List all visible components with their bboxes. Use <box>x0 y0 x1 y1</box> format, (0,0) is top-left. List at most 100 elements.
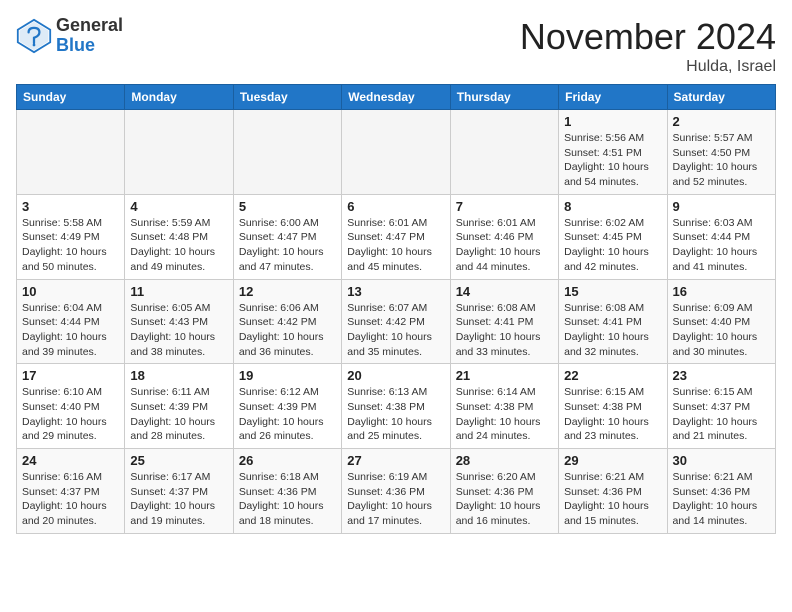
day-info: Sunrise: 6:10 AM Sunset: 4:40 PM Dayligh… <box>22 385 119 444</box>
day-number: 22 <box>564 368 661 383</box>
day-number: 1 <box>564 114 661 129</box>
logo-icon <box>16 18 52 54</box>
calendar-cell: 9 Sunrise: 6:03 AM Sunset: 4:44 PM Daylig… <box>667 194 775 279</box>
day-number: 2 <box>673 114 770 129</box>
day-number: 13 <box>347 284 444 299</box>
day-info: Sunrise: 6:01 AM Sunset: 4:47 PM Dayligh… <box>347 216 444 275</box>
day-info: Sunrise: 6:20 AM Sunset: 4:36 PM Dayligh… <box>456 470 553 529</box>
day-info: Sunrise: 6:06 AM Sunset: 4:42 PM Dayligh… <box>239 301 336 360</box>
day-info: Sunrise: 5:57 AM Sunset: 4:50 PM Dayligh… <box>673 131 770 190</box>
calendar-cell: 2 Sunrise: 5:57 AM Sunset: 4:50 PM Daylig… <box>667 110 775 195</box>
day-number: 14 <box>456 284 553 299</box>
calendar-cell <box>342 110 450 195</box>
week-row-5: 24 Sunrise: 6:16 AM Sunset: 4:37 PM Dayli… <box>17 449 776 534</box>
day-info: Sunrise: 6:15 AM Sunset: 4:38 PM Dayligh… <box>564 385 661 444</box>
day-number: 11 <box>130 284 227 299</box>
day-info: Sunrise: 6:21 AM Sunset: 4:36 PM Dayligh… <box>564 470 661 529</box>
calendar-cell <box>450 110 558 195</box>
calendar-cell: 15Sunrise: 6:08 AM Sunset: 4:41 PM Dayli… <box>559 279 667 364</box>
calendar-cell: 30 Sunrise: 6:21 AM Sunset: 4:36 PM Dayli… <box>667 449 775 534</box>
day-header-tuesday: Tuesday <box>233 85 341 110</box>
day-number: 28 <box>456 453 553 468</box>
day-info: Sunrise: 6:08 AM Sunset: 4:41 PM Dayligh… <box>456 301 553 360</box>
day-info: Sunrise: 6:21 AM Sunset: 4:36 PM Dayligh… <box>673 470 770 529</box>
day-info: Sunrise: 5:59 AM Sunset: 4:48 PM Dayligh… <box>130 216 227 275</box>
week-row-2: 3Sunrise: 5:58 AM Sunset: 4:49 PM Daylig… <box>17 194 776 279</box>
calendar-cell: 1 Sunrise: 5:56 AM Sunset: 4:51 PM Daylig… <box>559 110 667 195</box>
day-info: Sunrise: 6:17 AM Sunset: 4:37 PM Dayligh… <box>130 470 227 529</box>
day-number: 12 <box>239 284 336 299</box>
week-row-1: 1 Sunrise: 5:56 AM Sunset: 4:51 PM Daylig… <box>17 110 776 195</box>
day-info: Sunrise: 6:12 AM Sunset: 4:39 PM Dayligh… <box>239 385 336 444</box>
day-info: Sunrise: 6:09 AM Sunset: 4:40 PM Dayligh… <box>673 301 770 360</box>
day-number: 10 <box>22 284 119 299</box>
logo-blue: Blue <box>56 36 123 56</box>
calendar-cell: 19 Sunrise: 6:12 AM Sunset: 4:39 PM Dayli… <box>233 364 341 449</box>
calendar-cell: 3Sunrise: 5:58 AM Sunset: 4:49 PM Daylig… <box>17 194 125 279</box>
day-info: Sunrise: 6:16 AM Sunset: 4:37 PM Dayligh… <box>22 470 119 529</box>
calendar-cell: 17 Sunrise: 6:10 AM Sunset: 4:40 PM Dayli… <box>17 364 125 449</box>
page-header: General Blue November 2024 Hulda, Israel <box>16 16 776 76</box>
day-number: 17 <box>22 368 119 383</box>
calendar-cell: 12 Sunrise: 6:06 AM Sunset: 4:42 PM Dayli… <box>233 279 341 364</box>
day-number: 23 <box>673 368 770 383</box>
calendar-cell: 7Sunrise: 6:01 AM Sunset: 4:46 PM Daylig… <box>450 194 558 279</box>
day-number: 7 <box>456 199 553 214</box>
day-info: Sunrise: 6:11 AM Sunset: 4:39 PM Dayligh… <box>130 385 227 444</box>
calendar-cell <box>233 110 341 195</box>
calendar-cell: 11Sunrise: 6:05 AM Sunset: 4:43 PM Dayli… <box>125 279 233 364</box>
calendar-cell: 23 Sunrise: 6:15 AM Sunset: 4:37 PM Dayli… <box>667 364 775 449</box>
day-info: Sunrise: 6:03 AM Sunset: 4:44 PM Dayligh… <box>673 216 770 275</box>
day-header-saturday: Saturday <box>667 85 775 110</box>
day-number: 5 <box>239 199 336 214</box>
calendar-cell: 8 Sunrise: 6:02 AM Sunset: 4:45 PM Daylig… <box>559 194 667 279</box>
calendar-cell: 27 Sunrise: 6:19 AM Sunset: 4:36 PM Dayli… <box>342 449 450 534</box>
calendar-cell: 13Sunrise: 6:07 AM Sunset: 4:42 PM Dayli… <box>342 279 450 364</box>
logo-general: General <box>56 16 123 36</box>
calendar-cell: 14 Sunrise: 6:08 AM Sunset: 4:41 PM Dayli… <box>450 279 558 364</box>
calendar-cell: 25 Sunrise: 6:17 AM Sunset: 4:37 PM Dayli… <box>125 449 233 534</box>
day-header-friday: Friday <box>559 85 667 110</box>
day-info: Sunrise: 5:56 AM Sunset: 4:51 PM Dayligh… <box>564 131 661 190</box>
calendar-cell: 22 Sunrise: 6:15 AM Sunset: 4:38 PM Dayli… <box>559 364 667 449</box>
calendar-cell: 6 Sunrise: 6:01 AM Sunset: 4:47 PM Daylig… <box>342 194 450 279</box>
day-header-thursday: Thursday <box>450 85 558 110</box>
day-number: 19 <box>239 368 336 383</box>
calendar: SundayMondayTuesdayWednesdayThursdayFrid… <box>16 84 776 534</box>
day-number: 9 <box>673 199 770 214</box>
day-header-sunday: Sunday <box>17 85 125 110</box>
day-info: Sunrise: 6:04 AM Sunset: 4:44 PM Dayligh… <box>22 301 119 360</box>
calendar-cell <box>125 110 233 195</box>
day-info: Sunrise: 6:15 AM Sunset: 4:37 PM Dayligh… <box>673 385 770 444</box>
day-info: Sunrise: 6:19 AM Sunset: 4:36 PM Dayligh… <box>347 470 444 529</box>
calendar-cell: 16Sunrise: 6:09 AM Sunset: 4:40 PM Dayli… <box>667 279 775 364</box>
week-row-4: 17 Sunrise: 6:10 AM Sunset: 4:40 PM Dayli… <box>17 364 776 449</box>
calendar-cell: 29Sunrise: 6:21 AM Sunset: 4:36 PM Dayli… <box>559 449 667 534</box>
day-number: 8 <box>564 199 661 214</box>
calendar-cell: 21 Sunrise: 6:14 AM Sunset: 4:38 PM Dayli… <box>450 364 558 449</box>
day-number: 21 <box>456 368 553 383</box>
day-info: Sunrise: 6:14 AM Sunset: 4:38 PM Dayligh… <box>456 385 553 444</box>
calendar-cell: 24 Sunrise: 6:16 AM Sunset: 4:37 PM Dayli… <box>17 449 125 534</box>
day-header-wednesday: Wednesday <box>342 85 450 110</box>
calendar-header-row: SundayMondayTuesdayWednesdayThursdayFrid… <box>17 85 776 110</box>
title-block: November 2024 Hulda, Israel <box>520 16 776 76</box>
calendar-cell: 26Sunrise: 6:18 AM Sunset: 4:36 PM Dayli… <box>233 449 341 534</box>
day-number: 25 <box>130 453 227 468</box>
day-number: 20 <box>347 368 444 383</box>
calendar-cell: 18 Sunrise: 6:11 AM Sunset: 4:39 PM Dayli… <box>125 364 233 449</box>
calendar-cell: 28 Sunrise: 6:20 AM Sunset: 4:36 PM Dayli… <box>450 449 558 534</box>
day-number: 27 <box>347 453 444 468</box>
day-number: 24 <box>22 453 119 468</box>
calendar-cell: 5Sunrise: 6:00 AM Sunset: 4:47 PM Daylig… <box>233 194 341 279</box>
logo-text: General Blue <box>56 16 123 56</box>
day-header-monday: Monday <box>125 85 233 110</box>
day-number: 6 <box>347 199 444 214</box>
month-title: November 2024 <box>520 16 776 58</box>
day-number: 15 <box>564 284 661 299</box>
day-number: 18 <box>130 368 227 383</box>
day-info: Sunrise: 6:13 AM Sunset: 4:38 PM Dayligh… <box>347 385 444 444</box>
day-number: 30 <box>673 453 770 468</box>
day-number: 4 <box>130 199 227 214</box>
day-info: Sunrise: 6:02 AM Sunset: 4:45 PM Dayligh… <box>564 216 661 275</box>
